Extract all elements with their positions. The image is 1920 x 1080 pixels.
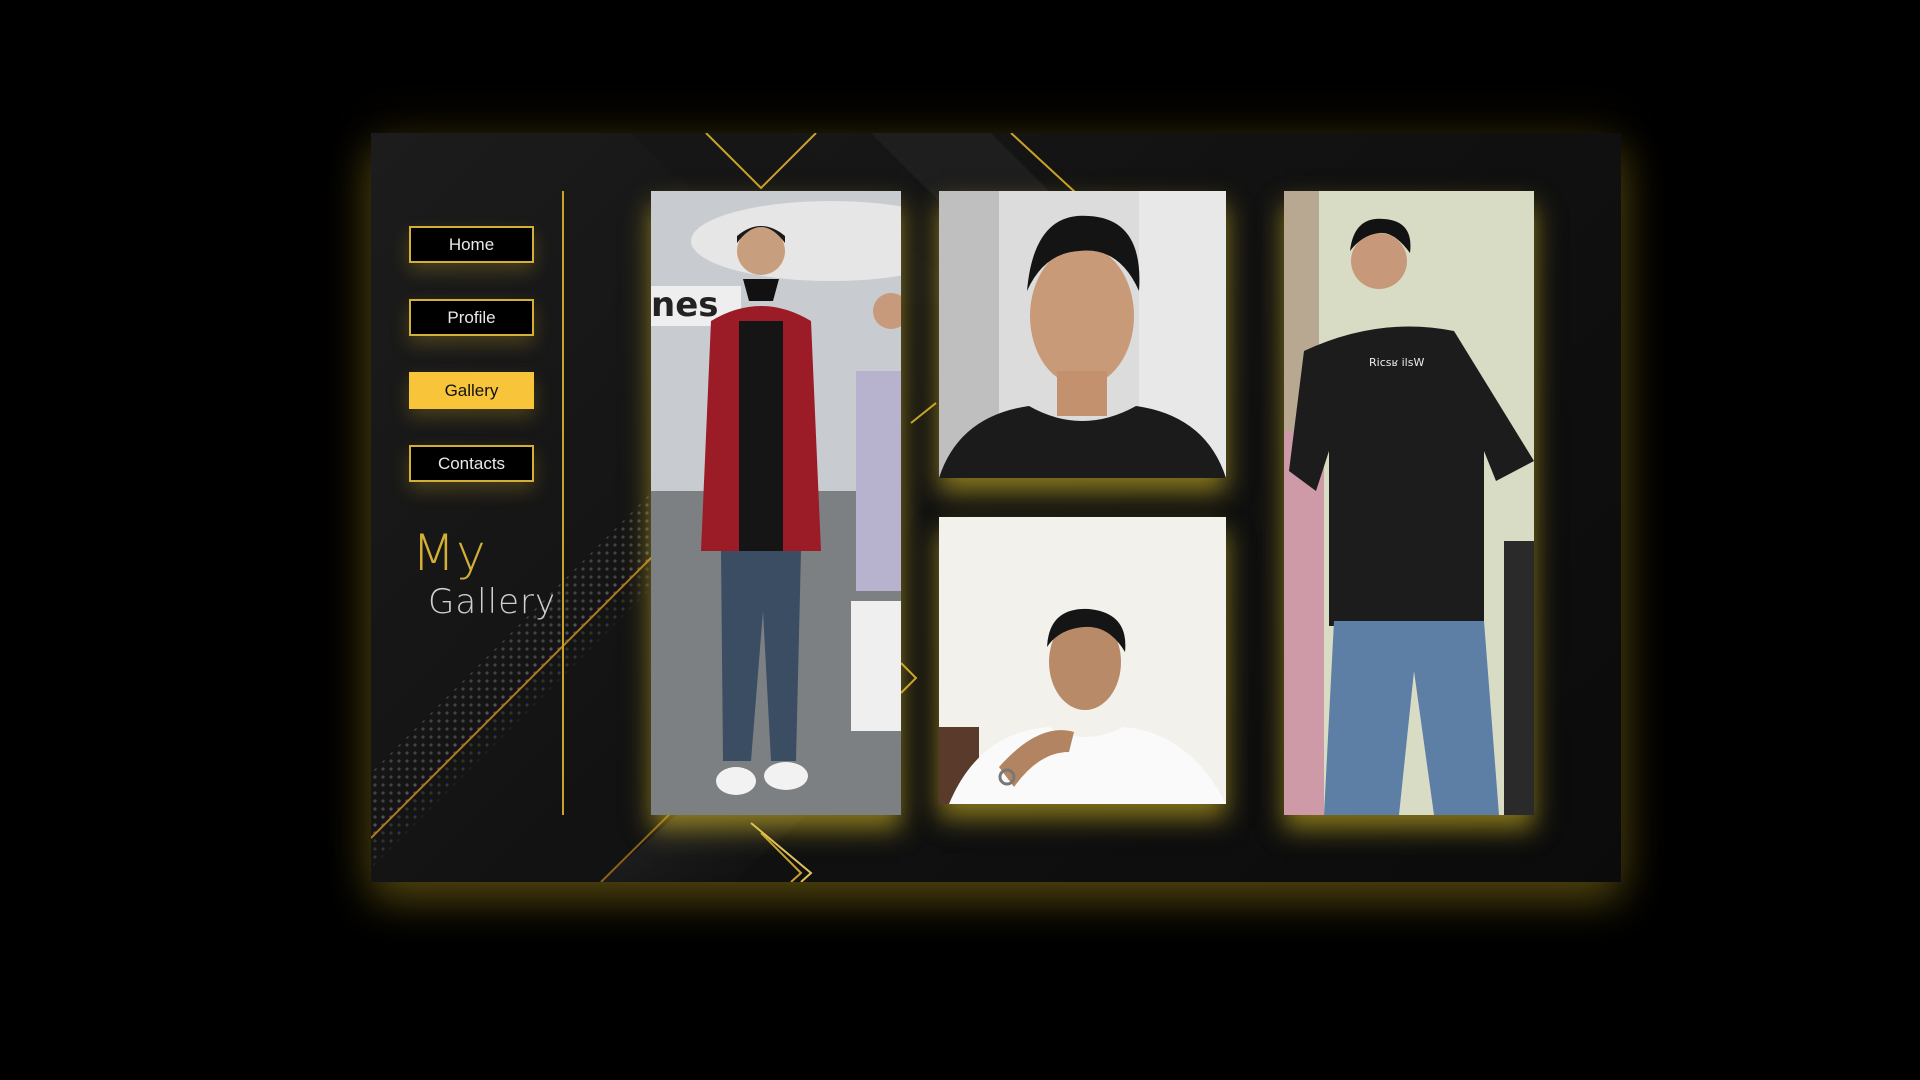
nav-profile-button[interactable]: Profile [409,299,534,336]
nav-home-button[interactable]: Home [409,226,534,263]
svg-text:Ricsʁ ilsW: Ricsʁ ilsW [1369,356,1424,369]
gallery-photo-3[interactable] [939,517,1226,804]
photo-selfie-black-shirt-image [939,191,1226,478]
gallery-card: Home Profile Gallery Contacts My Gallery… [371,133,1621,882]
nav-contacts-button[interactable]: Contacts [409,445,534,482]
nav-gallery-button[interactable]: Gallery [409,372,534,409]
title-line-my: My [412,524,487,582]
sidebar-nav: Home Profile Gallery Contacts [409,226,534,518]
sidebar-divider [562,191,564,815]
gallery-photo-2[interactable] [939,191,1226,478]
svg-text:nes: nes [651,285,719,325]
photo-standing-black-tshirt-image: Ricsʁ ilsW [1284,191,1534,815]
gallery-photo-4[interactable]: Ricsʁ ilsW [1284,191,1534,815]
photo-selfie-white-shirt-image [939,517,1226,804]
photo-airport-image: nes [651,191,901,815]
gallery-photo-1[interactable]: nes [651,191,901,815]
title-line-gallery: Gallery [428,582,557,622]
page-title: My Gallery [412,528,562,622]
